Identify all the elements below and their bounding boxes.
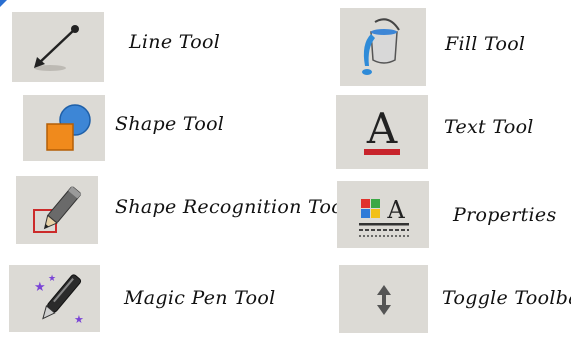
fill-tool-label: Fill Tool [445, 33, 526, 55]
text-tool-icon: A [364, 104, 400, 155]
svg-text:★: ★ [34, 280, 46, 295]
fill-tool-button[interactable] [340, 8, 426, 86]
svg-text:★: ★ [48, 274, 56, 284]
toggle-toolbar-label: Toggle Toolbar [442, 287, 571, 309]
properties-glyph: A [386, 196, 405, 224]
line-tool-label: Line Tool [129, 31, 221, 53]
shape-tool-label: Shape Tool [115, 113, 225, 135]
shape-recognition-tool-label: Shape Recognition Tool [115, 196, 350, 218]
svg-text:★: ★ [74, 313, 84, 326]
corner-accent [0, 0, 7, 7]
shape-tool-icon [46, 104, 91, 151]
properties-icon: A [359, 196, 409, 237]
magic-pen-tool-label: Magic Pen Tool [124, 287, 276, 309]
toggle-toolbar-icon [376, 285, 391, 315]
line-tool-button[interactable] [12, 12, 104, 82]
text-tool-button[interactable]: A [336, 95, 428, 169]
magic-pen-tool-icon: ★ ★ ★ [34, 274, 84, 326]
magic-pen-tool-button[interactable]: ★ ★ ★ [9, 265, 100, 332]
text-tool-glyph: A [366, 104, 398, 153]
line-tool-icon [34, 25, 79, 71]
shape-recognition-tool-button[interactable] [16, 176, 98, 244]
text-tool-label: Text Tool [444, 116, 534, 138]
properties-label: Properties [453, 204, 557, 226]
fill-tool-icon [362, 18, 400, 75]
properties-button[interactable]: A [337, 181, 429, 248]
shape-tool-button[interactable] [23, 95, 105, 161]
toggle-toolbar-button[interactable] [339, 265, 428, 333]
shape-recognition-tool-icon [33, 186, 82, 233]
